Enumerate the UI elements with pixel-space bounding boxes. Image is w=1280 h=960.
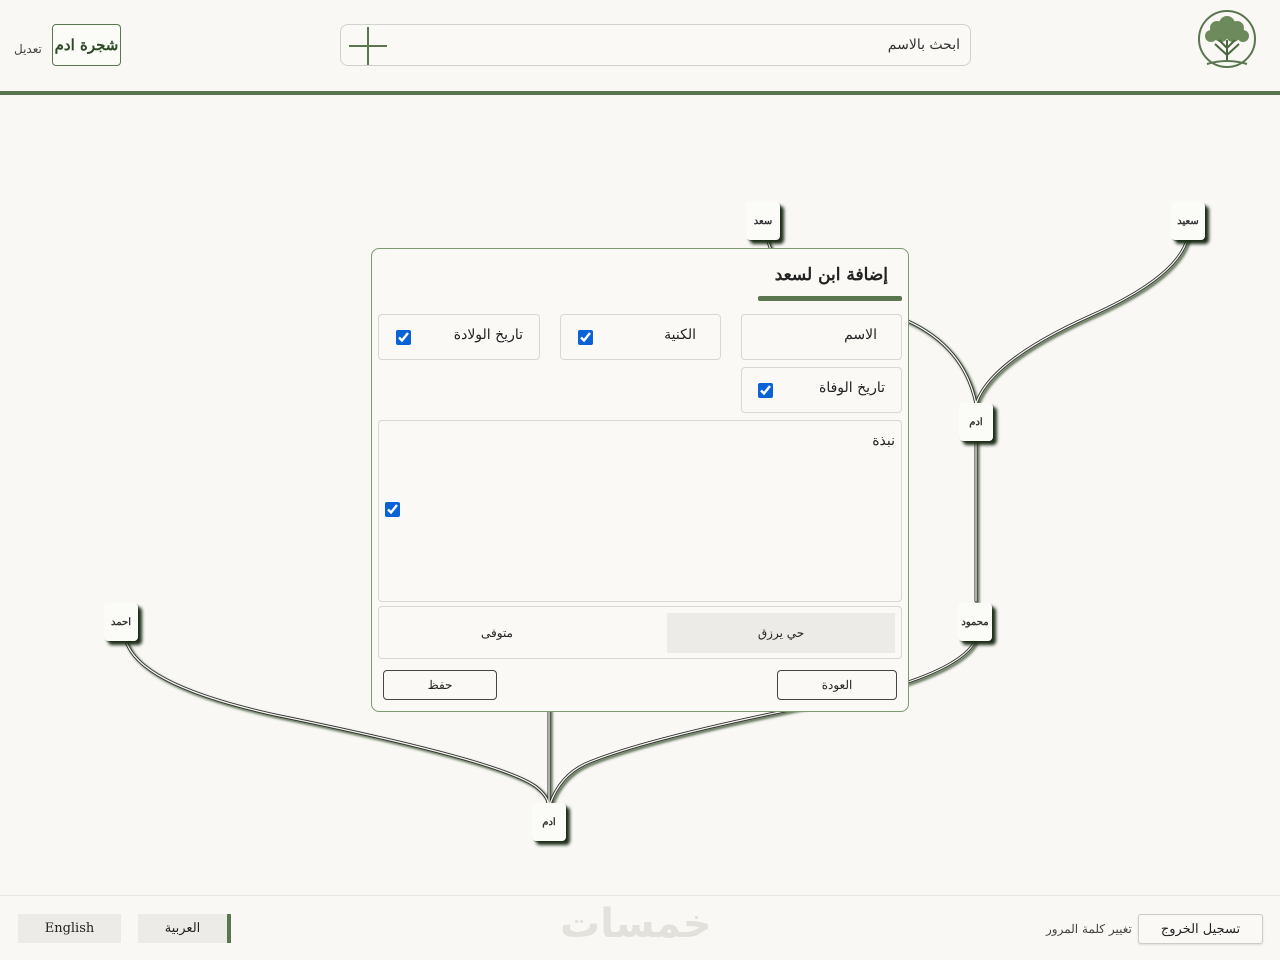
- tree-node-adam[interactable]: ادم: [959, 403, 993, 441]
- search-bar: [340, 24, 971, 66]
- tree-node-mahmoud[interactable]: محمود: [958, 603, 992, 641]
- edit-link[interactable]: تعديل: [14, 42, 42, 56]
- tree-node-saeed[interactable]: سعيد: [1171, 202, 1205, 240]
- kunya-checkbox[interactable]: [578, 330, 593, 345]
- name-label: الاسم: [844, 327, 877, 343]
- search-input[interactable]: [410, 25, 970, 65]
- arabic-language-button[interactable]: العربية: [138, 914, 231, 943]
- save-button[interactable]: حفظ: [383, 670, 497, 700]
- birth-date-field[interactable]: تاريخ الولادة: [378, 314, 540, 360]
- title-underline: [758, 296, 902, 301]
- bio-checkbox[interactable]: [385, 502, 400, 517]
- tree-logo-icon: [1198, 10, 1256, 68]
- death-date-field[interactable]: تاريخ الوفاة: [741, 367, 902, 413]
- status-alive-option[interactable]: حي يرزق: [667, 613, 895, 653]
- status-deceased-option[interactable]: متوفى: [383, 613, 611, 653]
- tree-node-saad[interactable]: سعد: [746, 202, 780, 240]
- death-date-checkbox[interactable]: [758, 383, 773, 398]
- english-language-button[interactable]: English: [18, 914, 121, 943]
- tree-title-button[interactable]: شجرة ادم: [52, 24, 121, 66]
- app-footer: English العربية خمسات تغيير كلمة المرور …: [0, 895, 1280, 960]
- watermark-logo: خمسات: [560, 901, 712, 947]
- tree-node-root-adam[interactable]: ادم: [532, 803, 566, 841]
- add-person-button[interactable]: [345, 25, 389, 67]
- kunya-label: الكنية: [664, 327, 696, 343]
- birth-date-checkbox[interactable]: [396, 330, 411, 345]
- change-password-link[interactable]: تغيير كلمة المرور: [1046, 922, 1132, 936]
- logout-button[interactable]: تسجيل الخروج: [1138, 914, 1263, 944]
- bio-field[interactable]: نبذة: [378, 420, 902, 602]
- app-header: شجرة ادم تعديل: [0, 0, 1280, 95]
- status-toggle: حي يرزق متوفى: [378, 606, 902, 659]
- name-field[interactable]: الاسم: [741, 314, 902, 360]
- kunya-field[interactable]: الكنية: [560, 314, 721, 360]
- back-button[interactable]: العودة: [777, 670, 897, 700]
- birth-date-label: تاريخ الولادة: [453, 327, 523, 343]
- add-son-dialog: إضافة ابن لسعد الاسم الكنية تاريخ الولاد…: [371, 248, 909, 712]
- death-date-label: تاريخ الوفاة: [819, 380, 885, 396]
- dialog-title: إضافة ابن لسعد: [774, 265, 888, 285]
- bio-label: نبذة: [872, 433, 895, 449]
- tree-node-ahmed[interactable]: احمد: [104, 603, 138, 641]
